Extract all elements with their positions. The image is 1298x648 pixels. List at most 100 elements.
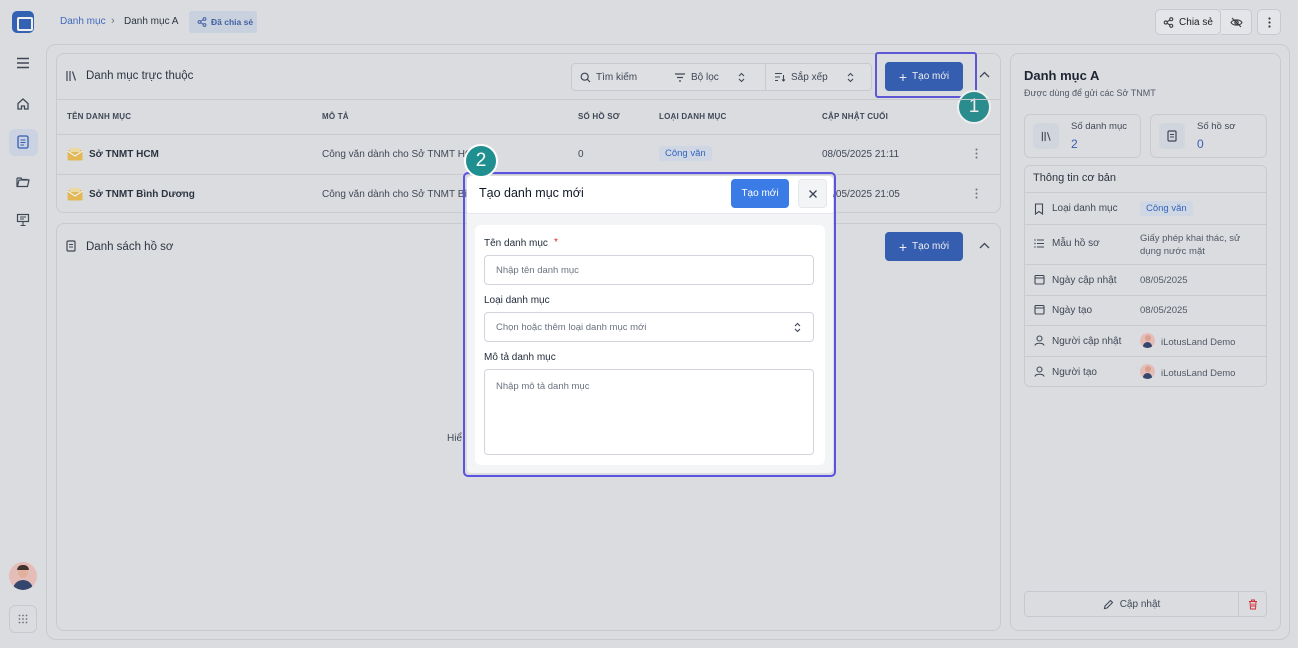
app-logo[interactable] — [12, 11, 34, 33]
delete-button[interactable] — [1239, 591, 1267, 617]
description-placeholder: Nhập mô tả danh mục — [496, 381, 590, 392]
column-header-count: SỐ HỒ SƠ — [578, 112, 620, 121]
breadcrumb-current: Danh mục A — [124, 16, 179, 27]
update-button-label: Cập nhật — [1119, 598, 1161, 610]
pencil-icon — [1103, 599, 1113, 609]
shared-status-badge[interactable]: Đã chia sẻ — [189, 11, 257, 33]
menu-icon[interactable] — [13, 53, 33, 73]
user-avatar — [1140, 364, 1155, 379]
info-label: Mẫu hồ sơ — [1052, 238, 1100, 249]
modal-submit-button[interactable]: Tạo mới — [731, 179, 789, 208]
info-value: 08/05/2025 — [1140, 275, 1188, 286]
plus-icon: + — [898, 238, 908, 255]
type-field-label: Loại danh mục — [484, 295, 550, 306]
subcategories-title: Danh mục trực thuộc — [86, 70, 194, 82]
type-placeholder: Chọn hoặc thêm loại danh mục mới — [496, 321, 647, 333]
library-icon — [1033, 123, 1059, 149]
divider — [1025, 325, 1266, 326]
row-name: Sở TNMT Bình Dương — [89, 189, 195, 200]
apps-grid-button[interactable] — [9, 605, 37, 633]
visibility-toggle-button[interactable] — [1221, 9, 1252, 35]
chevron-up-down-icon — [738, 72, 745, 82]
chevron-up-down-icon — [794, 322, 801, 332]
divider — [1025, 264, 1266, 265]
folder-mail-icon — [67, 148, 83, 161]
divider — [1025, 192, 1266, 193]
search-icon — [580, 72, 591, 82]
info-label: Ngày cập nhật — [1052, 275, 1117, 286]
stat-label: Số hồ sơ — [1197, 121, 1236, 132]
sort-label: Sắp xếp — [791, 71, 828, 83]
presentation-icon[interactable] — [13, 210, 33, 230]
row-description: Công văn dành cho Sở TNMT HCM — [322, 149, 481, 160]
info-value: 08/05/2025 — [1140, 305, 1188, 316]
user-avatar[interactable] — [9, 562, 37, 590]
divider — [1025, 295, 1266, 296]
divider — [1025, 224, 1266, 225]
category-type-select[interactable]: Chọn hoặc thêm loại danh mục mới — [484, 312, 814, 342]
share-button-label: Chia sẻ — [1179, 16, 1213, 28]
create-record-button[interactable]: + Tạo mới — [885, 232, 963, 261]
info-value: Giấy phép khai thác, sử dụng nước mặt — [1140, 233, 1241, 257]
category-name-input[interactable]: Nhập tên danh mục — [484, 255, 814, 285]
step-badge-1: 1 — [957, 90, 991, 124]
create-record-label: Tạo mới — [912, 241, 950, 252]
filter-icon — [675, 72, 685, 82]
document-icon[interactable] — [13, 132, 33, 152]
eye-off-icon — [1229, 17, 1243, 27]
close-icon — [808, 189, 817, 198]
info-label: Ngày tạo — [1052, 305, 1093, 316]
user-icon — [1034, 335, 1045, 346]
row-more-icon[interactable] — [975, 148, 978, 159]
category-description-textarea[interactable]: Nhập mô tả danh mục — [484, 369, 814, 455]
share-button[interactable]: Chia sẻ — [1155, 9, 1221, 35]
row-name: Sở TNMT HCM — [89, 149, 159, 160]
column-header-type: LOẠI DANH MỤC — [659, 112, 727, 121]
step1-highlight — [875, 52, 977, 98]
bookmark-icon — [1034, 203, 1044, 215]
calendar-icon — [1034, 304, 1045, 315]
info-value: iLotusLand Demo — [1161, 368, 1236, 379]
list-icon — [1034, 239, 1044, 248]
more-vertical-icon — [1267, 16, 1271, 28]
filter-button[interactable]: Bộ lọc — [666, 63, 766, 91]
folder-icon[interactable] — [13, 171, 33, 191]
search-input[interactable]: Tìm kiếm — [571, 63, 667, 91]
step-badge-2: 2 — [464, 144, 498, 178]
chevron-up-icon[interactable] — [979, 71, 990, 78]
chevron-up-icon[interactable] — [979, 242, 990, 249]
divider — [1025, 356, 1266, 357]
column-header-description: MÔ TẢ — [322, 112, 349, 121]
info-label: Người tạo — [1052, 367, 1097, 378]
user-icon — [1034, 366, 1045, 377]
info-label: Người cập nhật — [1052, 336, 1122, 347]
document-icon — [66, 240, 76, 252]
stat-value: 0 — [1197, 137, 1204, 151]
column-header-updated: CẬP NHẬT CUỐI — [822, 112, 889, 121]
calendar-icon — [1034, 274, 1045, 285]
row-count: 0 — [578, 149, 584, 160]
breadcrumb-root[interactable]: Danh mục — [60, 16, 106, 27]
search-placeholder: Tìm kiếm — [596, 71, 638, 83]
row-more-icon[interactable] — [975, 188, 978, 199]
modal-close-button[interactable] — [798, 179, 827, 208]
stat-label: Số danh mục — [1071, 121, 1127, 132]
name-field-label: Tên danh mục — [484, 238, 548, 249]
stat-value: 2 — [1071, 137, 1078, 151]
row-updated: 08/05/2025 21:11 — [822, 149, 900, 160]
more-options-button[interactable] — [1257, 9, 1281, 35]
update-button[interactable]: Cập nhật — [1024, 591, 1239, 617]
sort-button[interactable]: Sắp xếp — [766, 63, 872, 91]
grid-icon — [18, 614, 28, 624]
row-type-badge: Công văn — [659, 146, 712, 161]
empty-state-text: Hiể — [447, 433, 463, 444]
stat-records: Số hồ sơ 0 — [1150, 114, 1267, 158]
basic-info-title: Thông tin cơ bản — [1033, 172, 1117, 184]
breadcrumb-separator-icon: › — [111, 15, 115, 27]
shared-label: Đã chia sẻ — [211, 17, 254, 27]
detail-title: Danh mục A — [1024, 68, 1100, 83]
records-title: Danh sách hồ sơ — [86, 241, 174, 253]
home-icon[interactable] — [13, 94, 33, 114]
info-label: Loại danh mục — [1052, 203, 1118, 214]
info-value: iLotusLand Demo — [1161, 337, 1236, 348]
